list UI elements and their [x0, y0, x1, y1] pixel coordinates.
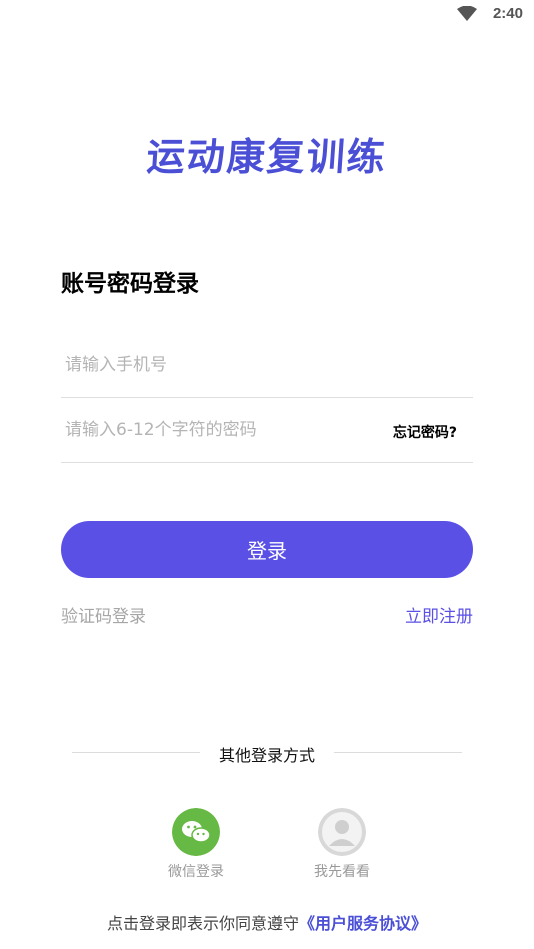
- wechat-icon: [172, 808, 220, 856]
- agreement-prefix: 点击登录即表示你同意遵守: [106, 914, 299, 933]
- password-field: 忘记密码?: [61, 400, 473, 463]
- other-methods-label: 其他登录方式: [218, 746, 315, 765]
- guest-avatar-icon: [318, 808, 366, 856]
- wifi-icon: [457, 6, 477, 21]
- login-heading: 账号密码登录: [61, 271, 199, 297]
- wechat-login-button[interactable]: 微信登录: [151, 808, 241, 881]
- agreement-text: 点击登录即表示你同意遵守《用户服务协议》: [0, 910, 534, 934]
- divider-right: [334, 752, 462, 753]
- guest-browse-label: 我先看看: [314, 864, 370, 880]
- password-input[interactable]: [65, 400, 365, 460]
- sms-login-link[interactable]: 验证码登录: [61, 602, 146, 627]
- wechat-login-label: 微信登录: [168, 864, 224, 880]
- user-agreement-link[interactable]: 《用户服务协议》: [299, 914, 427, 933]
- app-logo-title: 运动康复训练: [145, 135, 389, 179]
- phone-field: [61, 335, 473, 398]
- phone-input[interactable]: [65, 335, 365, 395]
- forgot-password-link[interactable]: 忘记密码?: [393, 422, 457, 442]
- guest-browse-button[interactable]: 我先看看: [297, 808, 387, 881]
- status-bar: 2:40: [0, 0, 534, 30]
- register-link[interactable]: 立即注册: [405, 602, 473, 627]
- login-button[interactable]: 登录: [61, 521, 473, 578]
- status-time: 2:40: [492, 5, 523, 22]
